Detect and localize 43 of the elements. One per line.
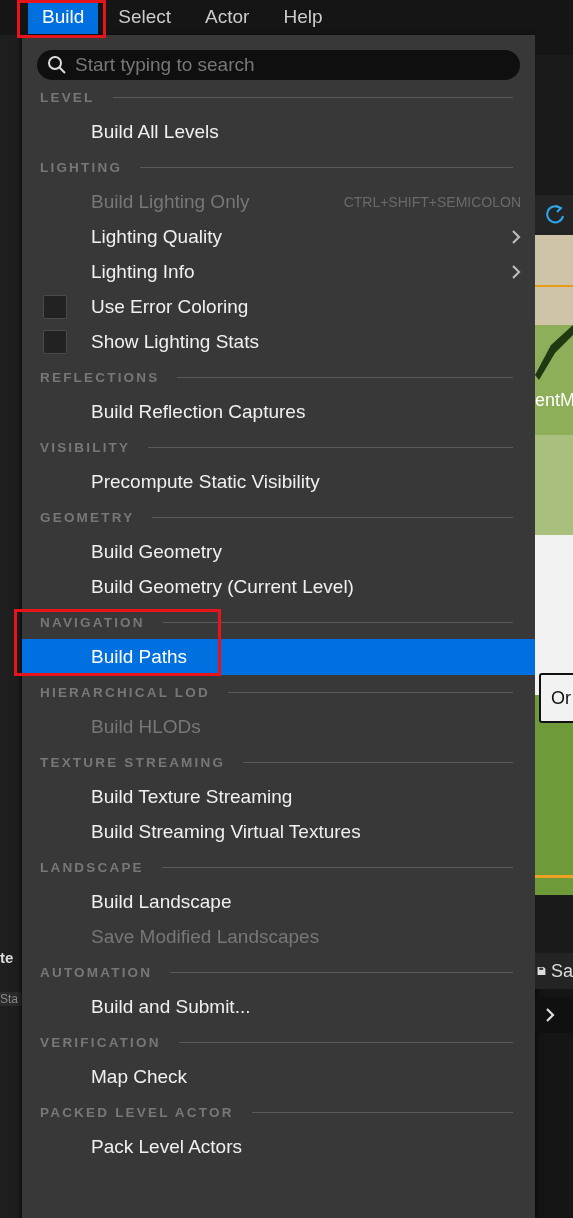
menu-entry[interactable]: Build Geometry (Current Level) [22,569,535,605]
chevron-right-icon[interactable] [545,1007,555,1023]
menu-entry[interactable]: Build and Submit... [22,989,535,1025]
menu-item[interactable]: Actor [191,0,264,34]
menu-entry[interactable]: Show Lighting Stats [22,324,535,360]
menu-entry[interactable]: Pack Level Actors [22,1129,535,1165]
search-field[interactable]: Start typing to search [37,50,520,80]
panel-title: te [0,949,15,966]
menu-entry[interactable]: Precompute Static Visibility [22,464,535,500]
menu-entry[interactable]: Lighting Quality [22,219,535,255]
section-header: LANDSCAPE [40,860,144,875]
save-label: Sa [550,960,573,982]
section-header: NAVIGATION [40,615,145,630]
section-header: VERIFICATION [40,1035,161,1050]
section-header: LIGHTING [40,160,123,175]
checkbox[interactable] [43,295,67,319]
menu-entry[interactable]: Lighting Info [22,254,535,290]
menu-item[interactable]: Help [269,0,337,34]
search-icon [47,55,67,75]
viewport-button[interactable]: Or [539,673,573,723]
section-header: VISIBILITY [40,440,131,455]
menu-entry[interactable]: Build Landscape [22,884,535,920]
chevron-right-icon [511,264,521,280]
section-header: REFLECTIONS [40,370,160,385]
menu-entry[interactable]: Build Geometry [22,534,535,570]
checkbox[interactable] [43,330,67,354]
menu-entry[interactable]: Build Streaming Virtual Textures [22,814,535,850]
section-header: AUTOMATION [40,965,153,980]
panel-field: Sta [0,992,22,1006]
menu-entry[interactable]: Map Check [22,1059,535,1095]
menu-entry[interactable]: Build Texture Streaming [22,779,535,815]
chevron-right-icon [511,229,521,245]
viewport-label: entM [535,390,573,411]
section-header: LEVEL [40,90,95,105]
section-header: GEOMETRY [40,510,135,525]
menu-entry[interactable]: Build Paths [22,639,535,675]
section-header: TEXTURE STREAMING [40,755,226,770]
menu-entry[interactable]: Build Reflection Captures [22,394,535,430]
menu-item[interactable]: Select [104,0,186,34]
section-header: PACKED LEVEL ACTOR [40,1105,234,1120]
menu-entry[interactable]: Build All Levels [22,114,535,150]
menu-entry[interactable]: Use Error Coloring [22,289,535,325]
section-header: HIERARCHICAL LOD [40,685,210,700]
